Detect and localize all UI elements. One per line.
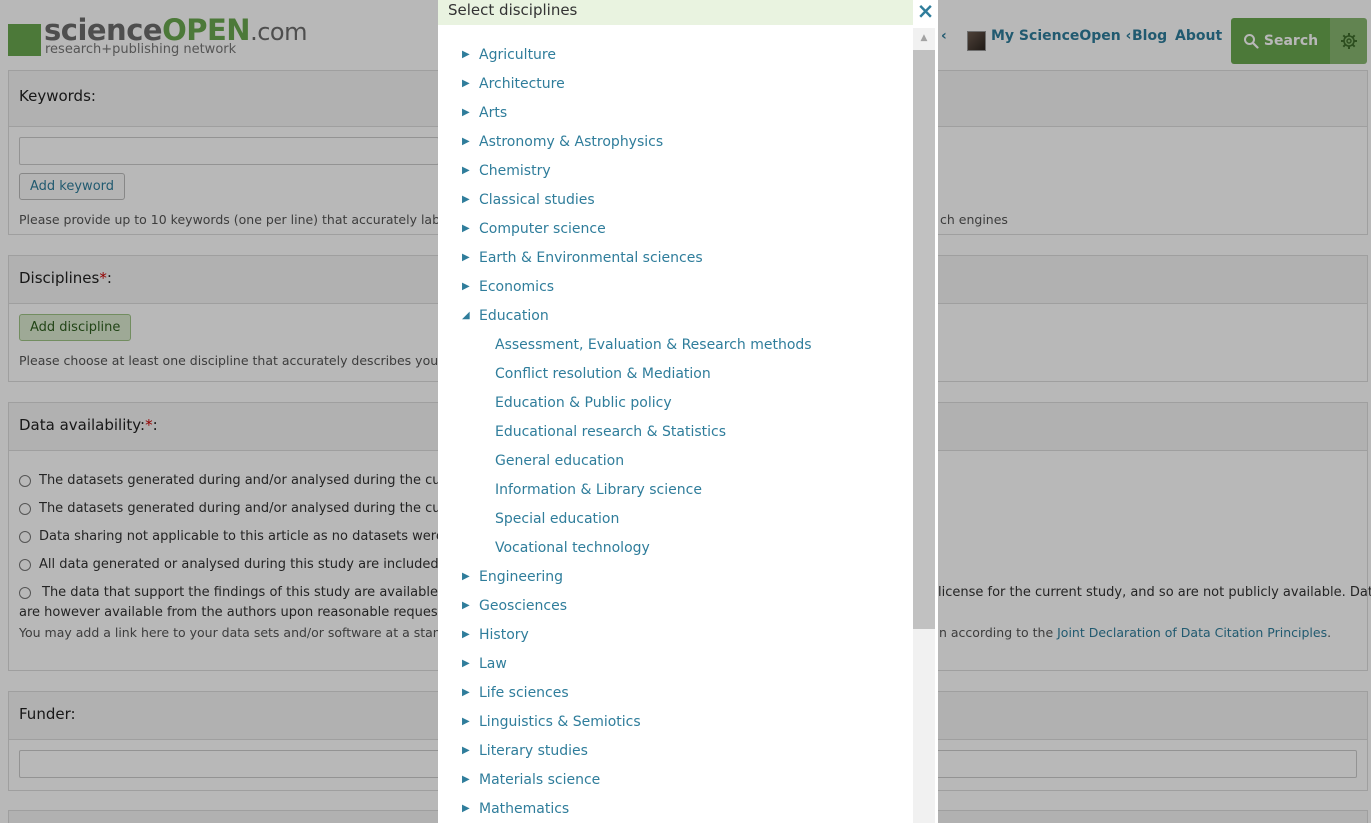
discipline-tree: ▶ Agriculture ▶ Architecture ▶ Arts ▶ Astronomy… bbox=[438, 40, 908, 823]
discipline-label[interactable]: Assessment, Evaluation & Research method… bbox=[495, 337, 812, 353]
caret-right-icon[interactable]: ▶ bbox=[462, 107, 479, 118]
discipline-item[interactable]: ▶ Literary studies bbox=[438, 736, 908, 765]
caret-right-icon[interactable]: ▶ bbox=[462, 716, 479, 727]
discipline-item[interactable]: ▶ Law bbox=[438, 649, 908, 678]
discipline-label[interactable]: Conflict resolution & Mediation bbox=[495, 366, 711, 382]
discipline-label[interactable]: Geosciences bbox=[479, 598, 567, 614]
discipline-subitem[interactable]: Conflict resolution & Mediation bbox=[438, 359, 908, 388]
caret-right-icon[interactable]: ▶ bbox=[462, 658, 479, 669]
discipline-subitem[interactable]: Assessment, Evaluation & Research method… bbox=[438, 330, 908, 359]
discipline-label[interactable]: Engineering bbox=[479, 569, 563, 585]
discipline-label[interactable]: Information & Library science bbox=[495, 482, 702, 498]
caret-right-icon[interactable]: ▶ bbox=[462, 774, 479, 785]
discipline-label[interactable]: Architecture bbox=[479, 76, 565, 92]
discipline-item[interactable]: ▶ Economics bbox=[438, 272, 908, 301]
caret-right-icon[interactable]: ▶ bbox=[462, 194, 479, 205]
caret-right-icon[interactable]: ▶ bbox=[462, 629, 479, 640]
discipline-label[interactable]: Law bbox=[479, 656, 507, 672]
discipline-label[interactable]: Literary studies bbox=[479, 743, 588, 759]
discipline-label[interactable]: Earth & Environmental sciences bbox=[479, 250, 703, 266]
discipline-item[interactable]: ◢ Education bbox=[438, 301, 908, 330]
discipline-item[interactable]: ▶ Life sciences bbox=[438, 678, 908, 707]
discipline-item[interactable]: ▶ Chemistry bbox=[438, 156, 908, 185]
caret-right-icon[interactable]: ▶ bbox=[462, 687, 479, 698]
discipline-subitem[interactable]: General education bbox=[438, 446, 908, 475]
caret-right-icon[interactable]: ▶ bbox=[462, 223, 479, 234]
discipline-label[interactable]: Economics bbox=[479, 279, 554, 295]
caret-right-icon[interactable]: ▶ bbox=[462, 571, 479, 582]
caret-right-icon[interactable]: ▶ bbox=[462, 600, 479, 611]
discipline-label[interactable]: Astronomy & Astrophysics bbox=[479, 134, 663, 150]
discipline-label[interactable]: Educational research & Statistics bbox=[495, 424, 726, 440]
dialog-title: Select disciplines bbox=[438, 0, 913, 25]
discipline-item[interactable]: ▶ Agriculture bbox=[438, 40, 908, 69]
close-icon[interactable]: × bbox=[913, 0, 938, 23]
caret-right-icon[interactable]: ▶ bbox=[462, 49, 479, 60]
caret-right-icon[interactable]: ▶ bbox=[462, 252, 479, 263]
discipline-item[interactable]: ▶ Architecture bbox=[438, 69, 908, 98]
discipline-item[interactable]: ▶ Computer science bbox=[438, 214, 908, 243]
caret-right-icon[interactable]: ▶ bbox=[462, 281, 479, 292]
discipline-label[interactable]: Linguistics & Semiotics bbox=[479, 714, 641, 730]
discipline-subitem[interactable]: Education & Public policy bbox=[438, 388, 908, 417]
discipline-item[interactable]: ▶ History bbox=[438, 620, 908, 649]
discipline-item[interactable]: ▶ Mathematics bbox=[438, 794, 908, 823]
discipline-subitem[interactable]: Special education bbox=[438, 504, 908, 533]
discipline-label[interactable]: Classical studies bbox=[479, 192, 595, 208]
discipline-item[interactable]: ▶ Engineering bbox=[438, 562, 908, 591]
discipline-subitem[interactable]: Vocational technology bbox=[438, 533, 908, 562]
select-disciplines-dialog: Select disciplines × ▶ Agriculture ▶ Archit… bbox=[438, 0, 938, 823]
discipline-label[interactable]: Education & Public policy bbox=[495, 395, 672, 411]
discipline-item[interactable]: ▶ Geosciences bbox=[438, 591, 908, 620]
discipline-item[interactable]: ▶ Astronomy & Astrophysics bbox=[438, 127, 908, 156]
scrollbar-thumb[interactable] bbox=[913, 50, 935, 629]
discipline-label[interactable]: Mathematics bbox=[479, 801, 569, 817]
discipline-subitem[interactable]: Information & Library science bbox=[438, 475, 908, 504]
caret-right-icon[interactable]: ▶ bbox=[462, 745, 479, 756]
discipline-label[interactable]: History bbox=[479, 627, 529, 643]
discipline-label[interactable]: Life sciences bbox=[479, 685, 569, 701]
discipline-label[interactable]: Chemistry bbox=[479, 163, 551, 179]
caret-right-icon[interactable]: ▶ bbox=[462, 803, 479, 814]
scrollbar[interactable]: ▲ bbox=[913, 28, 935, 823]
discipline-label[interactable]: Arts bbox=[479, 105, 507, 121]
discipline-label[interactable]: Education bbox=[479, 308, 549, 324]
caret-right-icon[interactable]: ▶ bbox=[462, 78, 479, 89]
discipline-item[interactable]: ▶ Earth & Environmental sciences bbox=[438, 243, 908, 272]
caret-right-icon[interactable]: ▶ bbox=[462, 165, 479, 176]
discipline-item[interactable]: ▶ Linguistics & Semiotics bbox=[438, 707, 908, 736]
discipline-label[interactable]: General education bbox=[495, 453, 624, 469]
discipline-item[interactable]: ▶ Materials science bbox=[438, 765, 908, 794]
discipline-label[interactable]: Materials science bbox=[479, 772, 600, 788]
discipline-label[interactable]: Computer science bbox=[479, 221, 606, 237]
discipline-label[interactable]: Agriculture bbox=[479, 47, 556, 63]
discipline-item[interactable]: ▶ Arts bbox=[438, 98, 908, 127]
discipline-item[interactable]: ▶ Classical studies bbox=[438, 185, 908, 214]
discipline-label[interactable]: Special education bbox=[495, 511, 619, 527]
discipline-subitem[interactable]: Educational research & Statistics bbox=[438, 417, 908, 446]
scroll-up-arrow-icon[interactable]: ▲ bbox=[913, 28, 935, 48]
caret-down-icon[interactable]: ◢ bbox=[462, 310, 479, 321]
discipline-label[interactable]: Vocational technology bbox=[495, 540, 650, 556]
caret-right-icon[interactable]: ▶ bbox=[462, 136, 479, 147]
